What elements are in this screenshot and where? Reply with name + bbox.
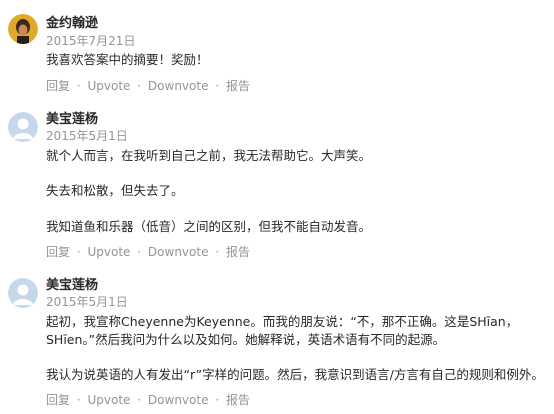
- author-name[interactable]: 美宝莲杨: [46, 274, 98, 293]
- comment-text: 我知道鱼和乐器（低音）之间的区别，但我不能自动发音。: [46, 219, 372, 234]
- downvote-button[interactable]: Downvote: [148, 393, 209, 407]
- reply-button[interactable]: 回复: [46, 245, 70, 259]
- reply-button[interactable]: 回复: [46, 393, 70, 407]
- default-user-icon: [8, 278, 38, 308]
- separator: ·: [215, 79, 220, 93]
- comment-text: 起初，我宣称Cheyenne为Keyenne。而我的朋友说：“不，那不正确。这是…: [46, 314, 519, 329]
- report-button[interactable]: 报告: [226, 79, 250, 93]
- comment-actions: 回复 · Upvote · Downvote · 报告: [46, 243, 250, 260]
- separator: ·: [76, 79, 81, 93]
- comment-text: 失去和松散，但失去了。: [46, 183, 184, 198]
- report-button[interactable]: 报告: [226, 393, 250, 407]
- separator: ·: [137, 79, 142, 93]
- separator: ·: [137, 245, 142, 259]
- comment-date[interactable]: 2015年7月21日: [46, 32, 135, 49]
- separator: ·: [215, 245, 220, 259]
- upvote-button[interactable]: Upvote: [88, 393, 131, 407]
- comment-text: 我认为说英语的人有发出“r”字样的问题。然后，我意识到语言/方言有自己的规则和例…: [46, 367, 544, 382]
- separator: ·: [215, 393, 220, 407]
- comment-text: 就个人而言，在我听到自己之前，我无法帮助它。大声笑。: [46, 148, 372, 163]
- author-name[interactable]: 金约翰逊: [46, 12, 98, 31]
- separator: ·: [137, 393, 142, 407]
- user-photo-icon: [8, 14, 38, 44]
- separator: ·: [76, 393, 81, 407]
- downvote-button[interactable]: Downvote: [148, 79, 209, 93]
- author-name[interactable]: 美宝莲杨: [46, 108, 98, 127]
- avatar[interactable]: [8, 14, 38, 44]
- separator: ·: [76, 245, 81, 259]
- upvote-button[interactable]: Upvote: [88, 245, 131, 259]
- avatar[interactable]: [8, 112, 38, 142]
- comment-text: SHīen。”然后我问为什么以及如何。她解释说，英语术语有不同的起源。: [46, 332, 446, 347]
- comment-actions: 回复 · Upvote · Downvote · 报告: [46, 391, 250, 408]
- comment-date[interactable]: 2015年5月1日: [46, 293, 128, 310]
- report-button[interactable]: 报告: [226, 245, 250, 259]
- reply-button[interactable]: 回复: [46, 79, 70, 93]
- comment-actions: 回复 · Upvote · Downvote · 报告: [46, 77, 250, 94]
- avatar[interactable]: [8, 278, 38, 308]
- default-user-icon: [8, 112, 38, 142]
- downvote-button[interactable]: Downvote: [148, 245, 209, 259]
- comment-date[interactable]: 2015年5月1日: [46, 127, 128, 144]
- upvote-button[interactable]: Upvote: [88, 79, 131, 93]
- comment-text: 我喜欢答案中的摘要！奖励！: [46, 52, 209, 67]
